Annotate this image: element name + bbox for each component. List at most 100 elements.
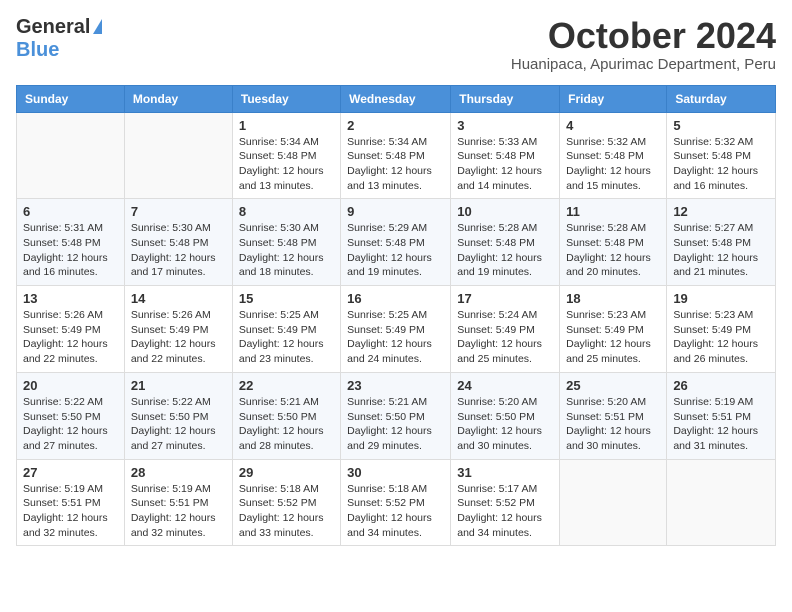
day-info: Sunrise: 5:19 AM Sunset: 5:51 PM Dayligh… bbox=[673, 395, 769, 454]
calendar-cell: 3 Sunrise: 5:33 AM Sunset: 5:48 PM Daylig… bbox=[451, 112, 560, 199]
day-info: Sunrise: 5:32 AM Sunset: 5:48 PM Dayligh… bbox=[673, 135, 769, 194]
day-info: Sunrise: 5:29 AM Sunset: 5:48 PM Dayligh… bbox=[347, 221, 444, 280]
header-sunday: Sunday bbox=[17, 85, 125, 112]
day-number: 29 bbox=[239, 465, 334, 480]
header-saturday: Saturday bbox=[667, 85, 776, 112]
day-info: Sunrise: 5:21 AM Sunset: 5:50 PM Dayligh… bbox=[347, 395, 444, 454]
day-info: Sunrise: 5:30 AM Sunset: 5:48 PM Dayligh… bbox=[131, 221, 226, 280]
day-info: Sunrise: 5:21 AM Sunset: 5:50 PM Dayligh… bbox=[239, 395, 334, 454]
day-number: 23 bbox=[347, 378, 444, 393]
day-number: 28 bbox=[131, 465, 226, 480]
header-row: SundayMondayTuesdayWednesdayThursdayFrid… bbox=[17, 85, 776, 112]
calendar-cell: 29 Sunrise: 5:18 AM Sunset: 5:52 PM Dayli… bbox=[232, 459, 340, 546]
calendar-cell: 9 Sunrise: 5:29 AM Sunset: 5:48 PM Daylig… bbox=[341, 199, 451, 286]
day-info: Sunrise: 5:23 AM Sunset: 5:49 PM Dayligh… bbox=[673, 308, 769, 367]
calendar-cell: 2Sunrise: 5:34 AM Sunset: 5:48 PM Daylig… bbox=[341, 112, 451, 199]
calendar-cell: 15 Sunrise: 5:25 AM Sunset: 5:49 PM Dayli… bbox=[232, 286, 340, 373]
day-number: 26 bbox=[673, 378, 769, 393]
day-number: 19 bbox=[673, 291, 769, 306]
day-number: 17 bbox=[457, 291, 553, 306]
calendar-cell: 4Sunrise: 5:32 AM Sunset: 5:48 PM Daylig… bbox=[560, 112, 667, 199]
logo-triangle-icon bbox=[93, 19, 102, 34]
day-info: Sunrise: 5:30 AM Sunset: 5:48 PM Dayligh… bbox=[239, 221, 334, 280]
day-number: 30 bbox=[347, 465, 444, 480]
day-info: Sunrise: 5:25 AM Sunset: 5:49 PM Dayligh… bbox=[347, 308, 444, 367]
calendar-cell: 22 Sunrise: 5:21 AM Sunset: 5:50 PM Dayli… bbox=[232, 372, 340, 459]
day-info: Sunrise: 5:19 AM Sunset: 5:51 PM Dayligh… bbox=[131, 482, 226, 541]
logo-blue: Blue bbox=[16, 39, 59, 61]
day-info: Sunrise: 5:32 AM Sunset: 5:48 PM Dayligh… bbox=[566, 135, 660, 194]
calendar-cell bbox=[667, 459, 776, 546]
calendar-cell: 5Sunrise: 5:32 AM Sunset: 5:48 PM Daylig… bbox=[667, 112, 776, 199]
calendar-cell: 24Sunrise: 5:20 AM Sunset: 5:50 PM Dayli… bbox=[451, 372, 560, 459]
day-number: 8 bbox=[239, 204, 334, 219]
week-row-2: 6 Sunrise: 5:31 AM Sunset: 5:48 PM Daylig… bbox=[17, 199, 776, 286]
day-info: Sunrise: 5:18 AM Sunset: 5:52 PM Dayligh… bbox=[239, 482, 334, 541]
day-number: 13 bbox=[23, 291, 118, 306]
header-wednesday: Wednesday bbox=[341, 85, 451, 112]
day-info: Sunrise: 5:26 AM Sunset: 5:49 PM Dayligh… bbox=[131, 308, 226, 367]
calendar-cell: 20Sunrise: 5:22 AM Sunset: 5:50 PM Dayli… bbox=[17, 372, 125, 459]
calendar-cell bbox=[17, 112, 125, 199]
day-number: 22 bbox=[239, 378, 334, 393]
day-info: Sunrise: 5:26 AM Sunset: 5:49 PM Dayligh… bbox=[23, 308, 118, 367]
day-info: Sunrise: 5:19 AM Sunset: 5:51 PM Dayligh… bbox=[23, 482, 118, 541]
day-number: 20 bbox=[23, 378, 118, 393]
header-monday: Monday bbox=[124, 85, 232, 112]
day-number: 14 bbox=[131, 291, 226, 306]
calendar-cell: 21 Sunrise: 5:22 AM Sunset: 5:50 PM Dayli… bbox=[124, 372, 232, 459]
day-info: Sunrise: 5:18 AM Sunset: 5:52 PM Dayligh… bbox=[347, 482, 444, 541]
calendar-cell: 23 Sunrise: 5:21 AM Sunset: 5:50 PM Dayli… bbox=[341, 372, 451, 459]
day-number: 21 bbox=[131, 378, 226, 393]
day-number: 15 bbox=[239, 291, 334, 306]
day-number: 27 bbox=[23, 465, 118, 480]
week-row-5: 27 Sunrise: 5:19 AM Sunset: 5:51 PM Dayli… bbox=[17, 459, 776, 546]
day-info: Sunrise: 5:34 AM Sunset: 5:48 PM Dayligh… bbox=[239, 135, 334, 194]
calendar-cell: 31Sunrise: 5:17 AM Sunset: 5:52 PM Dayli… bbox=[451, 459, 560, 546]
calendar-cell bbox=[560, 459, 667, 546]
calendar-cell: 25 Sunrise: 5:20 AM Sunset: 5:51 PM Dayli… bbox=[560, 372, 667, 459]
header-thursday: Thursday bbox=[451, 85, 560, 112]
day-number: 6 bbox=[23, 204, 118, 219]
day-number: 10 bbox=[457, 204, 553, 219]
location-subtitle: Huanipaca, Apurimac Department, Peru bbox=[511, 56, 776, 73]
calendar-cell: 1 Sunrise: 5:34 AM Sunset: 5:48 PM Daylig… bbox=[232, 112, 340, 199]
day-info: Sunrise: 5:20 AM Sunset: 5:51 PM Dayligh… bbox=[566, 395, 660, 454]
day-number: 25 bbox=[566, 378, 660, 393]
title-block: October 2024 Huanipaca, Apurimac Departm… bbox=[511, 16, 776, 73]
calendar-cell: 7 Sunrise: 5:30 AM Sunset: 5:48 PM Daylig… bbox=[124, 199, 232, 286]
day-number: 16 bbox=[347, 291, 444, 306]
day-number: 12 bbox=[673, 204, 769, 219]
calendar-cell: 12Sunrise: 5:27 AM Sunset: 5:48 PM Dayli… bbox=[667, 199, 776, 286]
day-number: 9 bbox=[347, 204, 444, 219]
calendar-cell: 26 Sunrise: 5:19 AM Sunset: 5:51 PM Dayli… bbox=[667, 372, 776, 459]
calendar-cell: 17 Sunrise: 5:24 AM Sunset: 5:49 PM Dayli… bbox=[451, 286, 560, 373]
day-info: Sunrise: 5:25 AM Sunset: 5:49 PM Dayligh… bbox=[239, 308, 334, 367]
day-info: Sunrise: 5:24 AM Sunset: 5:49 PM Dayligh… bbox=[457, 308, 553, 367]
day-info: Sunrise: 5:22 AM Sunset: 5:50 PM Dayligh… bbox=[131, 395, 226, 454]
calendar-cell: 11 Sunrise: 5:28 AM Sunset: 5:48 PM Dayli… bbox=[560, 199, 667, 286]
day-number: 11 bbox=[566, 204, 660, 219]
logo-general: General bbox=[16, 16, 90, 39]
day-info: Sunrise: 5:34 AM Sunset: 5:48 PM Dayligh… bbox=[347, 135, 444, 194]
calendar-cell: 30 Sunrise: 5:18 AM Sunset: 5:52 PM Dayli… bbox=[341, 459, 451, 546]
day-number: 1 bbox=[239, 118, 334, 133]
week-row-3: 13 Sunrise: 5:26 AM Sunset: 5:49 PM Dayli… bbox=[17, 286, 776, 373]
day-number: 7 bbox=[131, 204, 226, 219]
logo: General Blue bbox=[16, 16, 102, 62]
day-number: 18 bbox=[566, 291, 660, 306]
day-number: 3 bbox=[457, 118, 553, 133]
day-info: Sunrise: 5:33 AM Sunset: 5:48 PM Dayligh… bbox=[457, 135, 553, 194]
page-header: General Blue October 2024 Huanipaca, Apu… bbox=[16, 16, 776, 73]
day-info: Sunrise: 5:28 AM Sunset: 5:48 PM Dayligh… bbox=[566, 221, 660, 280]
header-friday: Friday bbox=[560, 85, 667, 112]
calendar-cell: 8 Sunrise: 5:30 AM Sunset: 5:48 PM Daylig… bbox=[232, 199, 340, 286]
header-tuesday: Tuesday bbox=[232, 85, 340, 112]
month-title: October 2024 bbox=[511, 16, 776, 56]
calendar-body: 1 Sunrise: 5:34 AM Sunset: 5:48 PM Daylig… bbox=[17, 112, 776, 546]
calendar-cell: 16 Sunrise: 5:25 AM Sunset: 5:49 PM Dayli… bbox=[341, 286, 451, 373]
calendar-cell: 10Sunrise: 5:28 AM Sunset: 5:48 PM Dayli… bbox=[451, 199, 560, 286]
calendar-cell: 6 Sunrise: 5:31 AM Sunset: 5:48 PM Daylig… bbox=[17, 199, 125, 286]
day-info: Sunrise: 5:31 AM Sunset: 5:48 PM Dayligh… bbox=[23, 221, 118, 280]
week-row-1: 1 Sunrise: 5:34 AM Sunset: 5:48 PM Daylig… bbox=[17, 112, 776, 199]
